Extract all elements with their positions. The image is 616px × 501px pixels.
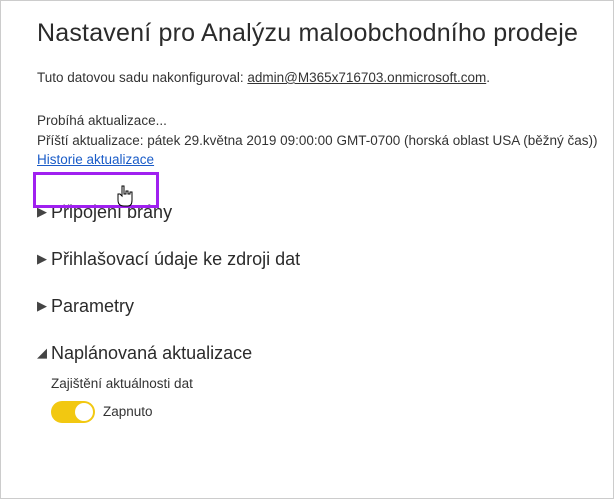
refresh-status-block: Probíhá aktualizace... Příští aktualizac… bbox=[37, 111, 613, 170]
toggle-knob bbox=[75, 403, 93, 421]
toggle-state-label: Zapnuto bbox=[103, 404, 153, 419]
caret-down-icon: ◢ bbox=[37, 345, 49, 361]
configured-by-line: Tuto datovou sadu nakonfiguroval: admin@… bbox=[37, 70, 613, 85]
caret-right-icon: ▶ bbox=[37, 251, 49, 267]
page-title: Nastavení pro Analýzu maloobchodního pro… bbox=[37, 19, 613, 48]
section-gateway-connection[interactable]: ▶ Připojení brány bbox=[37, 202, 613, 223]
section-scheduled-label: Naplánovaná aktualizace bbox=[51, 343, 252, 364]
section-parameters[interactable]: ▶ Parametry bbox=[37, 296, 613, 317]
configured-by-suffix: . bbox=[486, 70, 490, 85]
next-refresh-text: Příští aktualizace: pátek 29.května 2019… bbox=[37, 131, 613, 151]
section-data-source-credentials[interactable]: ▶ Přihlašovací údaje ke zdroji dat bbox=[37, 249, 613, 270]
section-scheduled-refresh[interactable]: ◢ Naplánovaná aktualizace bbox=[37, 343, 613, 364]
scheduled-refresh-content: Zajištění aktuálnosti dat Zapnuto bbox=[51, 376, 613, 423]
admin-email-link[interactable]: admin@M365x716703.onmicrosoft.com bbox=[247, 70, 486, 85]
caret-right-icon: ▶ bbox=[37, 298, 49, 314]
refresh-history-link[interactable]: Historie aktualizace bbox=[37, 150, 154, 170]
keep-data-updated-toggle[interactable] bbox=[51, 401, 95, 423]
section-credentials-label: Přihlašovací údaje ke zdroji dat bbox=[51, 249, 300, 270]
configured-by-prefix: Tuto datovou sadu nakonfiguroval: bbox=[37, 70, 247, 85]
section-gateway-label: Připojení brány bbox=[51, 202, 172, 223]
keep-data-updated-label: Zajištění aktuálnosti dat bbox=[51, 376, 613, 391]
refresh-in-progress-text: Probíhá aktualizace... bbox=[37, 111, 613, 131]
section-parameters-label: Parametry bbox=[51, 296, 134, 317]
caret-right-icon: ▶ bbox=[37, 204, 49, 220]
